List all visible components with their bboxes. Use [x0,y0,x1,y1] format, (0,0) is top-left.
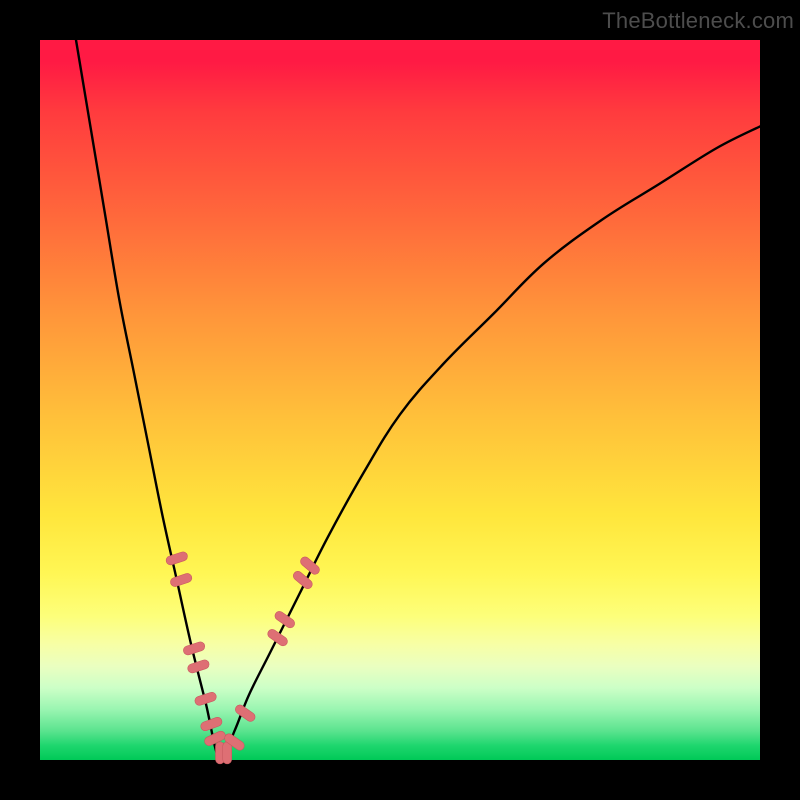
curve-marker [273,610,296,630]
bottleneck-curve [76,40,760,761]
watermark-text: TheBottleneck.com [602,8,794,34]
marker-group [165,551,321,764]
curve-marker [266,628,289,648]
plot-area [40,40,760,760]
chart-frame: TheBottleneck.com [0,0,800,800]
curve-marker [169,572,193,587]
curve-marker [223,742,232,764]
curve-layer [40,40,760,760]
curve-marker [165,551,189,566]
